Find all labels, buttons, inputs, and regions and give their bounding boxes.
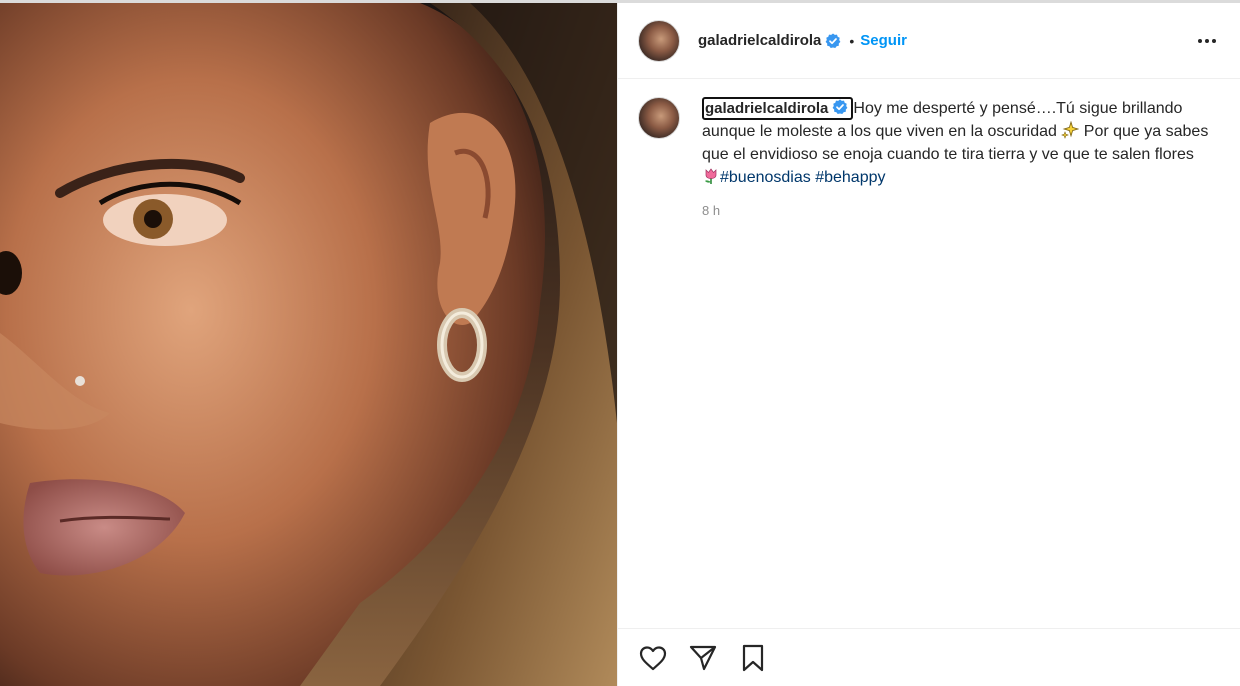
post-actions-bar xyxy=(618,628,1240,686)
post-photo[interactable] xyxy=(0,3,617,686)
verified-badge-icon xyxy=(825,33,841,48)
author-username[interactable]: galadrielcaldirola xyxy=(698,32,821,49)
paper-plane-icon[interactable] xyxy=(688,643,718,673)
caption-row: galadrielcaldirola Hoy me desperté y pen… xyxy=(618,79,1240,222)
sparkles-emoji xyxy=(1061,121,1080,139)
more-options-icon[interactable] xyxy=(1196,33,1218,49)
caption-text: galadrielcaldirola Hoy me desperté y pen… xyxy=(702,97,1212,222)
post-header: galadrielcaldirola • Seguir xyxy=(618,3,1240,79)
post-side-panel: galadrielcaldirola • Seguir galadrielcal… xyxy=(617,3,1240,686)
caption-username[interactable]: galadrielcaldirola xyxy=(702,97,854,120)
caption-avatar[interactable] xyxy=(638,97,680,139)
hashtag-behappy[interactable]: #behappy xyxy=(815,169,885,186)
portrait-image xyxy=(0,3,617,686)
separator-dot: • xyxy=(849,32,855,49)
post-timestamp[interactable]: 8 h xyxy=(702,199,1212,222)
verified-badge-icon xyxy=(832,99,848,114)
tulip-emoji xyxy=(705,168,717,184)
author-avatar[interactable] xyxy=(638,19,680,62)
hashtag-buenosdias[interactable]: #buenosdias xyxy=(720,169,811,186)
follow-button[interactable]: Seguir xyxy=(860,32,907,49)
heart-icon[interactable] xyxy=(638,643,668,673)
bookmark-icon[interactable] xyxy=(738,643,768,673)
